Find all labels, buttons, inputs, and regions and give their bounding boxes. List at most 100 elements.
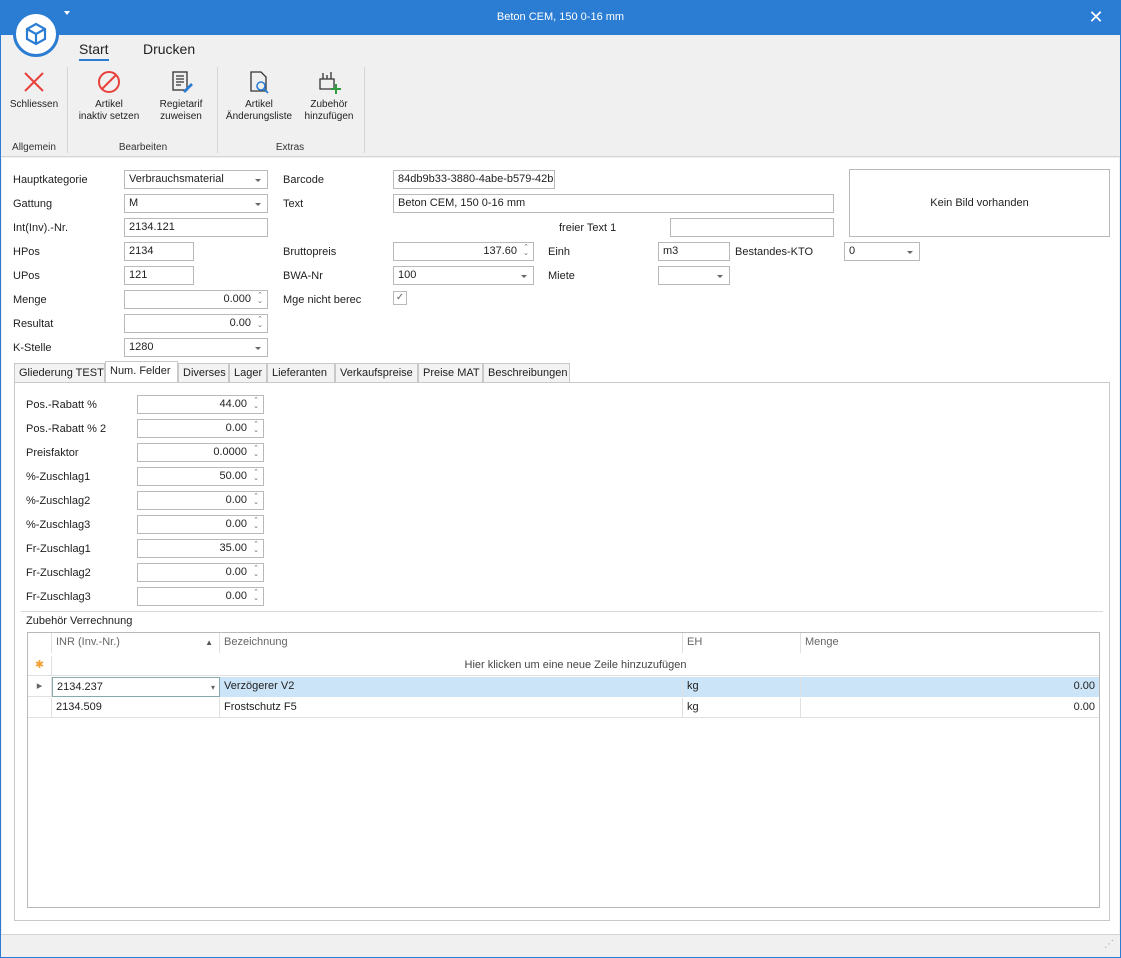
upos-field[interactable]: 121	[124, 266, 194, 285]
numfield-input[interactable]: 44.00 ⌃ ⌄	[137, 395, 264, 414]
intnr-label: Int(Inv).-Nr.	[13, 222, 69, 234]
column-inr[interactable]: INR (Inv.-Nr.) ▲	[52, 633, 220, 653]
numfield-input[interactable]: 0.00 ⌃ ⌄	[137, 563, 264, 582]
column-eh[interactable]: EH	[683, 633, 801, 653]
new-row[interactable]: ✱ Hier klicken um eine neue Zeile hinzuz…	[28, 656, 1099, 676]
tab-diverses[interactable]: Diverses	[178, 363, 229, 383]
window-title: Beton CEM, 150 0-16 mm	[496, 11, 625, 23]
document-edit-icon	[172, 71, 193, 93]
menge-label: Menge	[13, 294, 47, 306]
gattung-select[interactable]: M	[124, 194, 268, 213]
barcode-field[interactable]: 84db9b33-3880-4abe-b579-42b	[393, 170, 555, 189]
resultat-field[interactable]: 0.00 ⌃ ⌄	[124, 314, 268, 333]
group-label-extras: Extras	[275, 142, 305, 153]
resultat-value: 0.00	[229, 317, 251, 329]
resultat-label: Resultat	[13, 318, 54, 330]
numfield-value: 50.00	[219, 470, 247, 482]
accessory-grid[interactable]: INR (Inv.-Nr.) ▲ Bezeichnung EH Menge ✱ H…	[27, 632, 1100, 908]
miete-select[interactable]	[658, 266, 730, 285]
title-bar: Beton CEM, 150 0-16 mm ✕	[1, 1, 1120, 35]
table-row[interactable]: 2134.509 Frostschutz F5 kg 0.00	[28, 698, 1099, 718]
spinner-icon[interactable]: ⌃ ⌄	[252, 541, 260, 555]
spinner-icon[interactable]: ⌃ ⌄	[252, 445, 260, 459]
cell-bezeichnung[interactable]: Verzögerer V2	[220, 677, 683, 697]
spinner-icon[interactable]: ⌃ ⌄	[252, 493, 260, 507]
spinner-icon[interactable]: ⌃ ⌄	[252, 397, 260, 411]
tab-num-felder[interactable]: Num. Felder	[105, 361, 178, 383]
numfield-label: Pos.-Rabatt %	[26, 399, 97, 411]
hpos-label: HPos	[13, 246, 40, 258]
column-menge[interactable]: Menge	[801, 633, 1099, 653]
numfield-input[interactable]: 0.00 ⌃ ⌄	[137, 515, 264, 534]
resultat-spinner-icon[interactable]: ⌃ ⌄	[256, 316, 264, 330]
menge-spinner-icon[interactable]: ⌃ ⌄	[256, 292, 264, 306]
new-row-hint: Hier klicken um eine neue Zeile hinzuzuf…	[464, 659, 687, 671]
tab-preise-mat[interactable]: Preise MAT	[418, 363, 483, 383]
numfield-input[interactable]: 0.0000 ⌃ ⌄	[137, 443, 264, 462]
numfield-value: 0.0000	[213, 446, 247, 458]
ribbon-tab-drucken[interactable]: Drucken	[143, 41, 195, 57]
numfield-input[interactable]: 50.00 ⌃ ⌄	[137, 467, 264, 486]
cell-bezeichnung[interactable]: Frostschutz F5	[220, 698, 683, 718]
spinner-icon[interactable]: ⌃ ⌄	[252, 517, 260, 531]
numfield-label: Preisfaktor	[26, 447, 79, 459]
intnr-field[interactable]: 2134.121	[124, 218, 268, 237]
table-row[interactable]: ▸ 2134.237 ▾ Verzögerer V2 kg 0.00	[28, 677, 1099, 697]
tab-lieferanten[interactable]: Lieferanten	[267, 363, 335, 383]
cell-inr[interactable]: 2134.509	[52, 698, 220, 718]
change-list-button[interactable]: Artikel Änderungsliste	[221, 69, 297, 123]
numfield-input[interactable]: 35.00 ⌃ ⌄	[137, 539, 264, 558]
bruttopreis-spinner-icon[interactable]: ⌃ ⌄	[522, 244, 530, 258]
num-felder-panel: Pos.-Rabatt % 44.00 ⌃ ⌄ Pos.-Rabatt % 2 0.00 ⌃…	[14, 382, 1110, 921]
cell-inr[interactable]: 2134.237 ▾	[52, 677, 220, 697]
document-search-icon	[250, 71, 269, 94]
hpos-field[interactable]: 2134	[124, 242, 194, 261]
image-placeholder[interactable]: Kein Bild vorhanden	[849, 169, 1110, 237]
tools-add-icon	[319, 72, 341, 94]
numfield-input[interactable]: 0.00 ⌃ ⌄	[137, 587, 264, 606]
add-accessory-button[interactable]: Zubehör hinzufügen	[299, 69, 359, 123]
freitext-label: freier Text 1	[559, 222, 617, 234]
app-logo-icon[interactable]	[13, 11, 59, 57]
text-field[interactable]: Beton CEM, 150 0-16 mm	[393, 194, 834, 213]
spinner-icon[interactable]: ⌃ ⌄	[252, 565, 260, 579]
hauptkategorie-select[interactable]: Verbrauchsmaterial	[124, 170, 268, 189]
cell-eh[interactable]: kg	[683, 677, 801, 697]
row-indicator-icon: ▸	[28, 677, 52, 697]
cell-menge[interactable]: 0.00	[801, 698, 1099, 718]
tab-verkaufspreise[interactable]: Verkaufspreise	[335, 363, 418, 383]
tab-gliederung-test[interactable]: Gliederung TEST	[14, 363, 105, 383]
einh-field[interactable]: m3	[658, 242, 730, 261]
tab-lager[interactable]: Lager	[229, 363, 267, 383]
resize-grip-icon[interactable]: ⋰	[1104, 939, 1114, 950]
spinner-icon[interactable]: ⌃ ⌄	[252, 421, 260, 435]
assign-regietarif-button[interactable]: Regietarif zuweisen	[151, 69, 211, 123]
close-article-button[interactable]: Schliessen	[7, 69, 61, 111]
numfield-input[interactable]: 0.00 ⌃ ⌄	[137, 491, 264, 510]
kstelle-select[interactable]: 1280	[124, 338, 268, 357]
numfield-input[interactable]: 0.00 ⌃ ⌄	[137, 419, 264, 438]
cell-eh[interactable]: kg	[683, 698, 801, 718]
window-close-icon[interactable]: ✕	[1086, 7, 1106, 27]
menge-field[interactable]: 0.000 ⌃ ⌄	[124, 290, 268, 309]
spinner-icon[interactable]: ⌃ ⌄	[252, 469, 260, 483]
group-label-edit: Bearbeiten	[118, 142, 168, 153]
kto-select[interactable]: 0	[844, 242, 920, 261]
bruttopreis-field[interactable]: 137.60 ⌃ ⌄	[393, 242, 534, 261]
barcode-label: Barcode	[283, 174, 324, 186]
set-inactive-button[interactable]: Artikel inaktiv setzen	[73, 69, 145, 123]
miete-label: Miete	[548, 270, 575, 282]
bwa-select[interactable]: 100	[393, 266, 534, 285]
tab-beschreibungen[interactable]: Beschreibungen	[483, 363, 570, 383]
ribbon-tab-start[interactable]: Start	[79, 41, 109, 61]
assign-regietarif-label: Regietarif zuweisen	[159, 99, 203, 122]
mge-checkbox[interactable]: ✓	[393, 291, 407, 305]
quick-access-chevron-icon[interactable]	[64, 11, 70, 15]
freitext-field[interactable]	[670, 218, 834, 237]
dropdown-arrow-icon[interactable]: ▾	[211, 678, 215, 696]
status-bar: ⋰	[1, 934, 1120, 957]
spinner-icon[interactable]: ⌃ ⌄	[252, 589, 260, 603]
column-bezeichnung[interactable]: Bezeichnung	[220, 633, 683, 653]
set-inactive-label: Artikel inaktiv setzen	[78, 99, 140, 122]
cell-menge[interactable]: 0.00	[801, 677, 1099, 697]
